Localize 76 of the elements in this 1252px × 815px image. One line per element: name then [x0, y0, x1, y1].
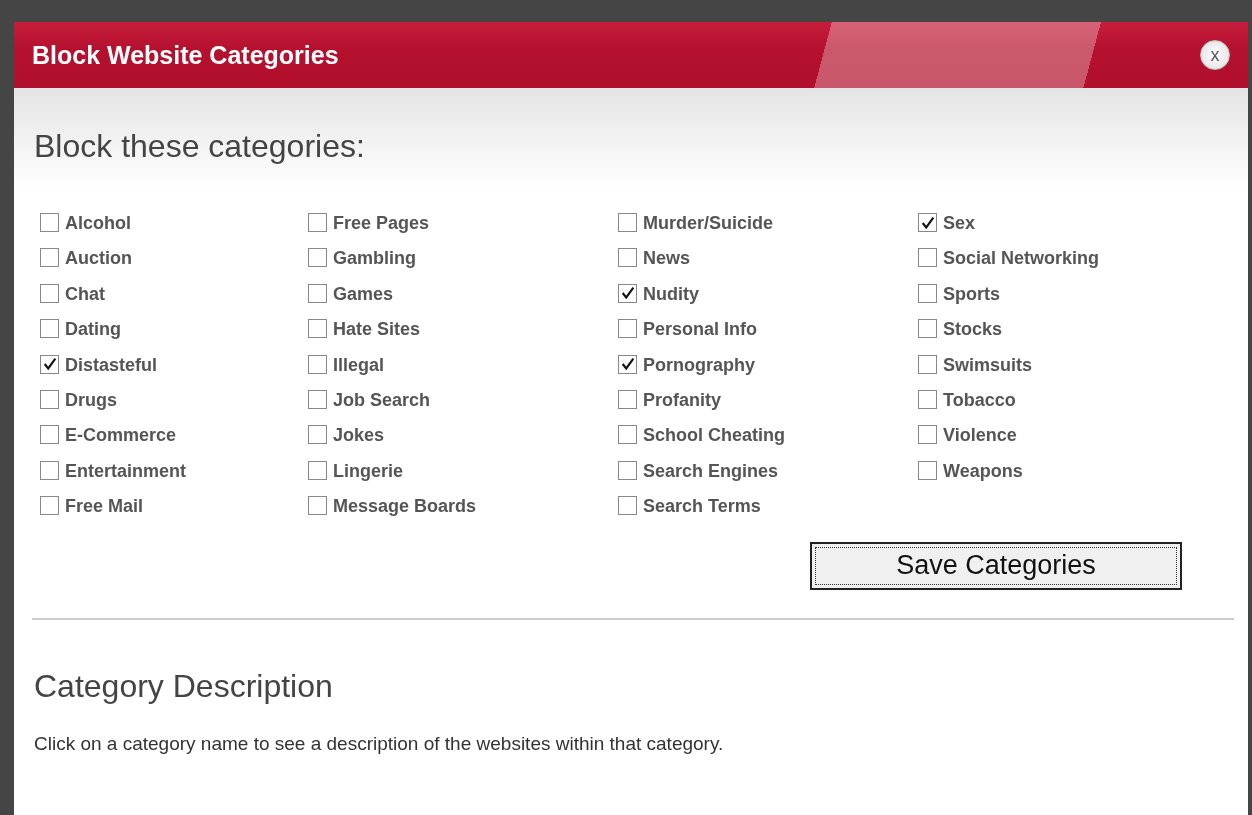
window-title: Block Website Categories	[32, 40, 339, 70]
category-label[interactable]: Auction	[65, 248, 132, 269]
category-label[interactable]: E-Commerce	[65, 425, 177, 446]
category-label[interactable]: Entertainment	[65, 460, 187, 481]
category-label[interactable]: Message Boards	[333, 496, 477, 517]
checkbox[interactable]	[618, 319, 637, 339]
checkbox[interactable]	[40, 319, 59, 339]
category-label[interactable]: Gambling	[333, 248, 416, 269]
category-label[interactable]: Jokes	[333, 425, 385, 446]
checkbox[interactable]	[308, 425, 327, 445]
category-label[interactable]: Stocks	[943, 319, 1003, 340]
category-label[interactable]: Search Engines	[643, 460, 779, 481]
category-label[interactable]: Violence	[943, 425, 1017, 446]
category-label[interactable]: Illegal	[333, 354, 385, 375]
checkbox[interactable]	[618, 496, 637, 516]
category-label[interactable]: News	[643, 248, 691, 269]
checkbox[interactable]	[618, 354, 637, 374]
category-label[interactable]: Personal Info	[643, 319, 758, 340]
category-label[interactable]: Games	[333, 283, 394, 304]
checkbox[interactable]	[40, 248, 59, 268]
checkbox[interactable]	[40, 283, 59, 303]
category-label[interactable]: Free Mail	[65, 496, 144, 517]
checkbox[interactable]	[618, 389, 637, 409]
checkbox[interactable]	[308, 213, 327, 232]
save-button[interactable]: Save Categories	[810, 541, 1182, 590]
checkbox[interactable]	[918, 213, 937, 232]
checkbox[interactable]	[40, 460, 59, 480]
category-label[interactable]: Social Networking	[943, 248, 1100, 269]
checkbox[interactable]	[618, 248, 637, 268]
checkbox[interactable]	[918, 460, 937, 480]
checkbox[interactable]	[40, 425, 59, 445]
checkbox[interactable]	[618, 425, 637, 445]
category-label[interactable]: Sports	[943, 283, 1000, 304]
checkbox[interactable]	[308, 389, 327, 409]
category-label[interactable]: Weapons	[943, 460, 1023, 481]
category-label[interactable]: Profanity	[643, 389, 721, 410]
category-label[interactable]: Chat	[65, 283, 105, 304]
checkbox[interactable]	[40, 354, 59, 374]
checkbox[interactable]	[918, 248, 937, 268]
category-label[interactable]: Sex	[943, 213, 976, 233]
section-heading: Block these categories:	[33, 127, 366, 166]
close-button[interactable]: x	[1200, 40, 1230, 70]
category-label[interactable]: Lingerie	[333, 460, 403, 481]
category-label[interactable]: Hate Sites	[333, 319, 421, 340]
category-label[interactable]: Search Terms	[643, 496, 761, 517]
category-label[interactable]: Dating	[65, 319, 121, 340]
checkbox[interactable]	[40, 213, 59, 232]
category-label[interactable]: Pornography	[643, 354, 755, 375]
checkbox[interactable]	[40, 496, 59, 516]
category-label[interactable]: Drugs	[65, 389, 117, 410]
category-label[interactable]: School Cheating	[643, 425, 785, 446]
category-label[interactable]: Murder/Suicide	[643, 213, 774, 233]
checkbox[interactable]	[308, 319, 327, 339]
description-text: Click on a category name to see a description of the websites within that category.	[34, 732, 725, 755]
category-label[interactable]: Swimsuits	[943, 354, 1033, 375]
category-label[interactable]: Alcohol	[65, 213, 131, 233]
checkbox[interactable]	[918, 354, 937, 374]
checkbox[interactable]	[618, 213, 637, 232]
checkbox[interactable]	[308, 283, 327, 303]
category-label[interactable]: Free Pages	[333, 213, 430, 233]
category-label[interactable]: Job Search	[333, 389, 431, 410]
checkbox[interactable]	[308, 354, 327, 374]
checkbox[interactable]	[308, 248, 327, 268]
checkbox[interactable]	[918, 283, 937, 303]
checkbox[interactable]	[918, 389, 937, 409]
checkbox[interactable]	[918, 425, 937, 445]
checkbox[interactable]	[918, 319, 937, 339]
section-heading: Category Description	[33, 666, 334, 705]
checkbox[interactable]	[618, 460, 637, 480]
category-label[interactable]: Tobacco	[943, 389, 1016, 410]
category-label[interactable]: Nudity	[643, 283, 699, 304]
category-label[interactable]: Distasteful	[65, 354, 158, 375]
checkbox[interactable]	[618, 283, 637, 303]
checkbox[interactable]	[40, 389, 59, 409]
checkbox[interactable]	[308, 460, 327, 480]
checkbox[interactable]	[308, 496, 327, 516]
